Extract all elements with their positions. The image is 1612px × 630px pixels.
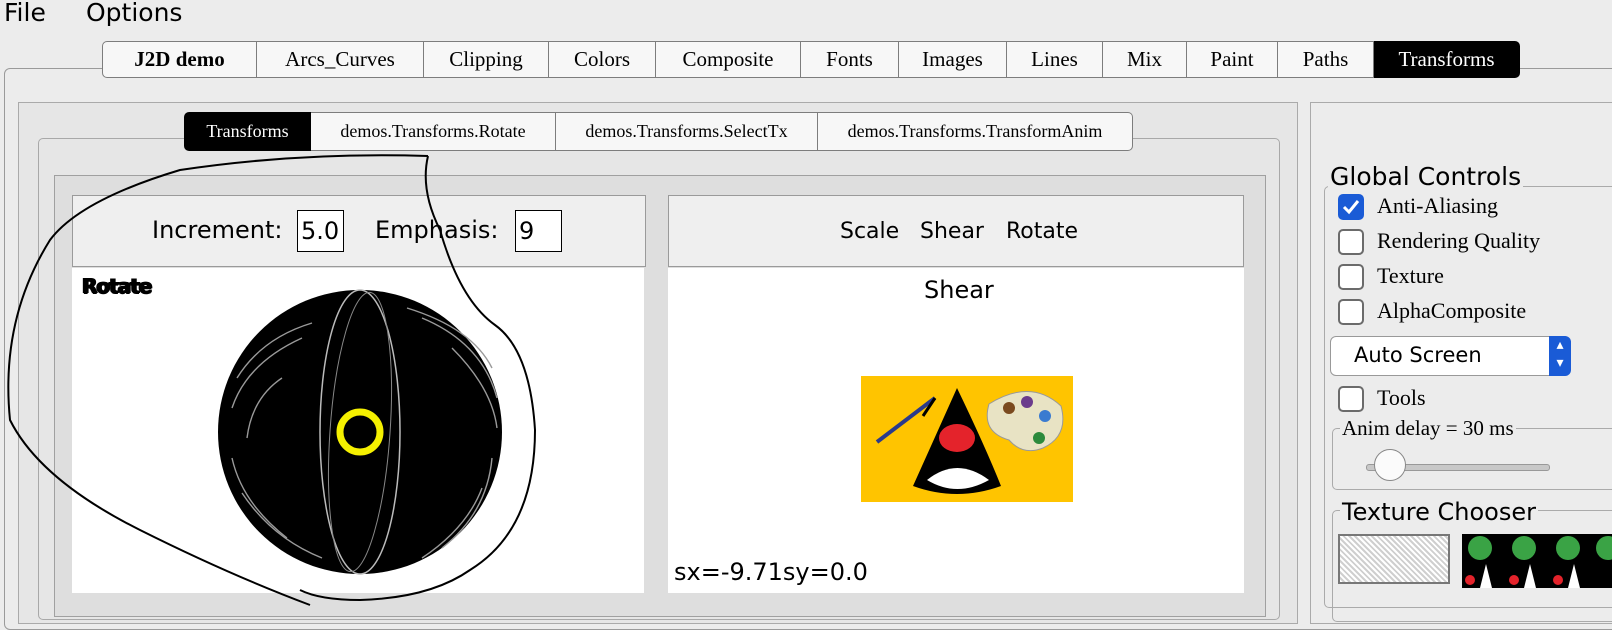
alpha-composite-checkbox[interactable] — [1338, 299, 1364, 325]
menu-file[interactable]: File — [4, 0, 46, 27]
emphasis-label: Emphasis: — [375, 216, 499, 244]
scale-link[interactable]: Scale — [840, 219, 899, 244]
selecttx-canvas: Shear sx=-9.71sy=0.0 — [668, 268, 1244, 593]
subtab-transformanim[interactable]: demos.Transforms.TransformAnim — [818, 112, 1133, 151]
tab-paths[interactable]: Paths — [1278, 41, 1374, 78]
tab-colors[interactable]: Colors — [549, 41, 656, 78]
texture-option-globes[interactable] — [1462, 534, 1612, 588]
menu-options[interactable]: Options — [86, 0, 182, 27]
shear-link[interactable]: Shear — [920, 219, 984, 244]
anim-delay-slider-thumb[interactable] — [1374, 449, 1406, 481]
texture-chooser-title: Texture Chooser — [1340, 498, 1538, 526]
menu-bar: File Options — [0, 0, 1612, 30]
sub-tab-bar: Transforms demos.Transforms.Rotate demos… — [184, 112, 1133, 151]
screen-select[interactable]: Auto Screen ▴ ▾ — [1330, 336, 1571, 376]
texture-label: Texture — [1377, 263, 1444, 288]
tools-label: Tools — [1377, 385, 1426, 410]
tab-fonts[interactable]: Fonts — [801, 41, 899, 78]
rotated-ellipses-graphic — [218, 289, 502, 575]
subtab-transforms[interactable]: Transforms — [184, 112, 311, 151]
subtab-rotate[interactable]: demos.Transforms.Rotate — [311, 112, 556, 151]
global-controls-title: Global Controls — [1328, 162, 1524, 191]
rotate-canvas: Rotate — [72, 268, 644, 593]
checkmark-icon — [1342, 200, 1360, 215]
tab-clipping[interactable]: Clipping — [424, 41, 549, 78]
increment-label: Increment: — [152, 216, 283, 244]
main-tab-bar: J2D demo Arcs_Curves Clipping Colors Com… — [102, 41, 1520, 78]
tools-checkbox[interactable] — [1338, 386, 1364, 412]
screen-select-value: Auto Screen — [1354, 343, 1482, 367]
select-arrows-icon: ▴ ▾ — [1549, 336, 1571, 376]
texture-option-pattern[interactable] — [1338, 534, 1450, 584]
tab-mix[interactable]: Mix — [1103, 41, 1187, 78]
transform-status-text: sx=-9.71sy=0.0 — [674, 558, 868, 586]
tab-arcs-curves[interactable]: Arcs_Curves — [257, 41, 424, 78]
transform-mode-title: Shear — [924, 276, 994, 304]
rendering-quality-label: Rendering Quality — [1377, 228, 1541, 253]
tab-j2d-demo[interactable]: J2D demo — [102, 41, 257, 78]
tab-paint[interactable]: Paint — [1187, 41, 1278, 78]
anim-delay-label: Anim delay = 30 ms — [1340, 416, 1516, 441]
globe-texture-graphic — [1465, 536, 1612, 588]
duke-image — [861, 376, 1073, 502]
alpha-composite-label: AlphaComposite — [1377, 298, 1527, 323]
increment-field[interactable]: 5.0 — [297, 210, 344, 252]
rendering-quality-checkbox[interactable] — [1338, 229, 1364, 255]
tab-lines[interactable]: Lines — [1007, 41, 1103, 78]
tab-images[interactable]: Images — [899, 41, 1007, 78]
rotate-link[interactable]: Rotate — [1006, 219, 1078, 244]
texture-checkbox[interactable] — [1338, 264, 1364, 290]
tab-transforms[interactable]: Transforms — [1374, 41, 1520, 78]
subtab-selecttx[interactable]: demos.Transforms.SelectTx — [556, 112, 818, 151]
tab-composite[interactable]: Composite — [656, 41, 801, 78]
emphasis-field[interactable]: 9 — [515, 210, 562, 252]
anti-aliasing-checkbox[interactable] — [1338, 194, 1364, 220]
anti-aliasing-label: Anti-Aliasing — [1377, 193, 1498, 218]
